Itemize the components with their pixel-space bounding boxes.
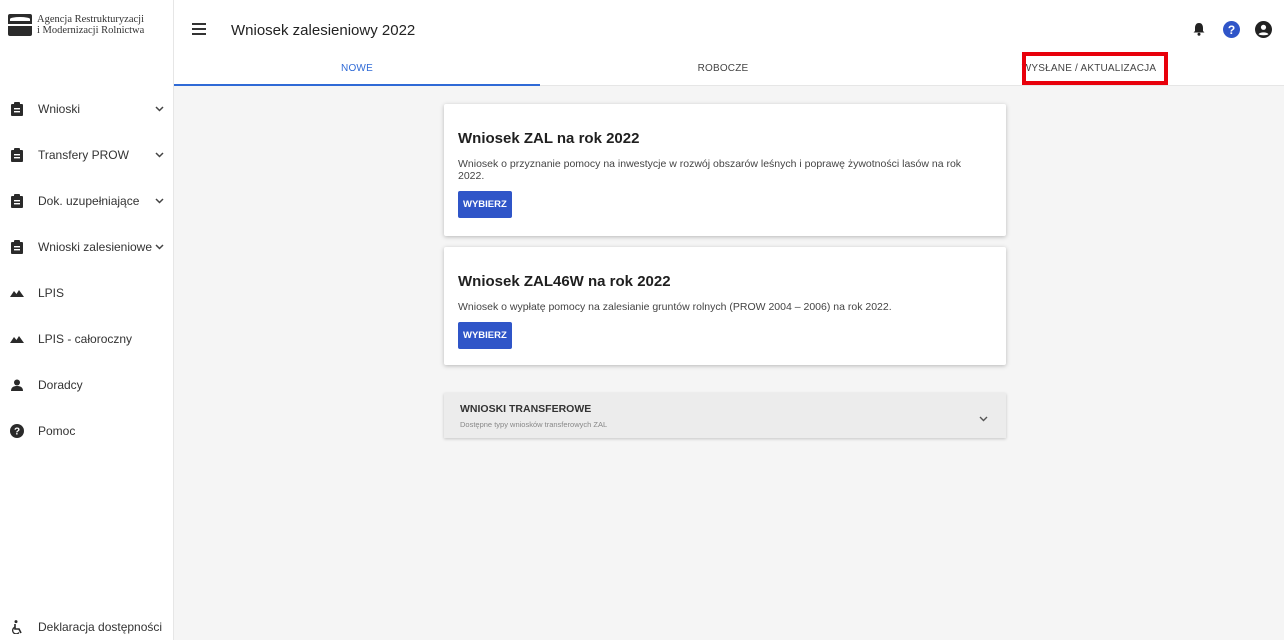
sidebar-item-wnioski[interactable]: Wnioski xyxy=(0,86,174,132)
arimr-logo[interactable]: Agencja Restrukturyzacji i Modernizacji … xyxy=(8,14,144,36)
sidebar-item-label: Pomoc xyxy=(38,424,76,438)
sidebar-item-label: Wnioski zalesieniowe xyxy=(37,240,153,254)
page-title: Wniosek zalesieniowy 2022 xyxy=(231,22,416,39)
bell-icon[interactable] xyxy=(1190,20,1208,38)
hamburger-menu-icon[interactable] xyxy=(192,23,206,35)
chevron-down-icon xyxy=(152,244,166,250)
sidebar-item-transfery-prow[interactable]: Transfery PROW xyxy=(0,132,174,178)
sidebar-item-label: Wnioski xyxy=(38,102,81,116)
help-icon: ? xyxy=(10,424,24,438)
header-actions: ? xyxy=(1190,20,1272,38)
account-icon[interactable] xyxy=(1254,20,1272,38)
card-wniosek-zal: Wniosek ZAL na rok 2022 Wniosek o przyzn… xyxy=(444,104,1006,236)
sidebar-item-label: LPIS xyxy=(38,286,65,300)
select-button[interactable]: WYBIERZ xyxy=(458,191,512,218)
top-app-bar: Wniosek zalesieniowy 2022 ? NOWE ROBOCZE… xyxy=(174,0,1284,86)
logo-line-2: i Modernizacji Rolnictwa xyxy=(37,25,145,36)
chevron-down-icon xyxy=(979,409,988,427)
person-icon xyxy=(10,378,24,392)
accordion-wnioski-transferowe[interactable]: WNIOSKI TRANSFEROWE Dostępne typy wniosk… xyxy=(444,393,1006,438)
select-button[interactable]: WYBIERZ xyxy=(458,322,512,349)
sidebar-item-dok-uzupelniajace[interactable]: Dok. uzupełniające xyxy=(0,178,174,224)
sidebar-item-label: Dok. uzupełniające xyxy=(38,194,140,208)
sidebar-item-lpis-caloroczny[interactable]: LPIS - całoroczny xyxy=(0,316,174,362)
svg-text:?: ? xyxy=(1227,22,1234,36)
sidebar-item-wnioski-zalesieniowe[interactable]: Wnioski zalesieniowe xyxy=(0,224,174,270)
clipboard-icon xyxy=(10,148,24,162)
sidebar-item-label: Transfery PROW xyxy=(38,148,129,162)
sidebar-item-pomoc[interactable]: ? Pomoc xyxy=(0,408,174,454)
highlight-annotation xyxy=(1022,52,1168,85)
clipboard-icon xyxy=(10,194,24,208)
tab-bar: NOWE ROBOCZE WYSŁANE / AKTUALIZACJA xyxy=(174,52,1284,86)
svg-text:?: ? xyxy=(14,427,20,438)
sidebar-item-lpis[interactable]: LPIS xyxy=(0,270,174,316)
sidebar-item-label: LPIS - całoroczny xyxy=(38,332,133,346)
sidebar-footer-label: Deklaracja dostępności xyxy=(38,620,163,634)
sidebar: Agencja Restrukturyzacji i Modernizacji … xyxy=(0,0,174,640)
accordion-title: WNIOSKI TRANSFEROWE xyxy=(460,403,592,415)
help-icon[interactable]: ? xyxy=(1222,20,1240,38)
terrain-icon xyxy=(10,286,24,300)
sidebar-nav: Wnioski Transfery PROW Dok. uzupełniając… xyxy=(0,86,174,454)
card-wniosek-zal46w: Wniosek ZAL46W na rok 2022 Wniosek o wyp… xyxy=(444,247,1006,365)
chevron-down-icon xyxy=(152,198,166,204)
accessibility-icon xyxy=(10,620,24,634)
arimr-logo-icon xyxy=(8,14,32,36)
chevron-down-icon xyxy=(152,152,166,158)
terrain-icon xyxy=(10,332,24,346)
card-title: Wniosek ZAL46W na rok 2022 xyxy=(458,273,671,290)
tab-nowe[interactable]: NOWE xyxy=(174,52,540,86)
sidebar-item-label: Doradcy xyxy=(38,378,83,392)
sidebar-item-doradcy[interactable]: Doradcy xyxy=(0,362,174,408)
sidebar-item-deklaracja-dostepnosci[interactable]: Deklaracja dostępności xyxy=(10,620,162,634)
accordion-subtitle: Dostępne typy wniosków transferowych ZAL xyxy=(460,420,608,429)
tab-robocze[interactable]: ROBOCZE xyxy=(540,52,906,86)
logo-line-1: Agencja Restrukturyzacji xyxy=(37,14,144,25)
card-description: Wniosek o wypłatę pomocy na zalesianie g… xyxy=(458,301,892,313)
clipboard-icon xyxy=(10,240,24,254)
chevron-down-icon xyxy=(152,106,166,112)
card-description: Wniosek o przyznanie pomocy na inwestycj… xyxy=(458,158,962,182)
card-title: Wniosek ZAL na rok 2022 xyxy=(458,130,640,147)
clipboard-icon xyxy=(10,102,24,116)
